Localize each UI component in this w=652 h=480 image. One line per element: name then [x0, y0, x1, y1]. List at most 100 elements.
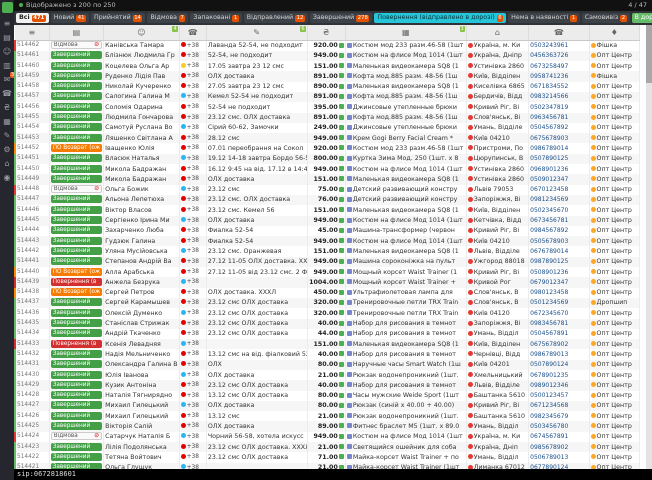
tab-completed[interactable]: Завершений278 [310, 13, 373, 23]
order-row[interactable]: 514454ЗавершенийСамотуй Руслана Во+38Сір… [15, 123, 640, 133]
order-row[interactable]: 514458ЗавершенийНиколай Кучеренко+3827.0… [15, 82, 640, 92]
tab-out-of-stock[interactable]: Нема в наявності1 [508, 13, 580, 23]
order-row[interactable]: 514446ЗавершенийВіктор Власов+3823.12 см… [15, 205, 640, 215]
tab-return-in-transit[interactable]: Повернення (відправлено в дорозі)6 [374, 13, 506, 23]
order-row[interactable]: 514427ЗавершенийМихаил Гилецький+38ОЛХ д… [15, 401, 640, 411]
tab-packed[interactable]: Запаковані1 [190, 13, 241, 23]
order-status-cell: Завершений [49, 442, 103, 452]
tab-shipped[interactable]: Відправлений12 [244, 13, 308, 23]
order-row[interactable]: 514428ЗавершенийНаталія Тягнирядно+3813.… [15, 391, 640, 401]
order-row[interactable]: 514442ЗавершенийУляна Мусійовська+3823.1… [15, 246, 640, 256]
payment-icon [339, 43, 344, 48]
order-row[interactable]: 514445ЗавершенийСергіенко Ірина Ми+38ОЛХ… [15, 216, 640, 226]
stats-icon[interactable]: ▥ [1, 60, 13, 71]
delivery-icon [468, 454, 473, 459]
comment-cell: ОЛХ доставка [206, 421, 307, 431]
order-row[interactable]: 514460ЗавершенийКоцелева Ольга Ар+3817.0… [15, 61, 640, 71]
order-row[interactable]: 514424Відмова⊘Сатарчук Наталія Б+38Чорни… [15, 432, 640, 442]
customers-icon[interactable]: ☺ [1, 46, 13, 57]
order-row[interactable]: 514425ЗавершенийВікторія Салій+38ОЛХ дос… [15, 421, 640, 431]
order-row[interactable]: 514426ЗавершенийМихаил Гилецький+3813.12… [15, 411, 640, 421]
order-status-cell: Завершений [49, 113, 103, 123]
vertical-scrollbar[interactable] [646, 25, 652, 469]
order-row[interactable]: 514444ЗавершенийЗахарченко Люба+38Фиалка… [15, 226, 640, 236]
comment-column-header[interactable]: ✎6 [206, 25, 307, 40]
delivery-city: Львів, Відділе [474, 382, 520, 389]
pagination[interactable]: 4 / 47 [628, 0, 647, 11]
order-row[interactable]: 514461ЗавершенийБлізнюк Людмила Гр+3852-… [15, 51, 640, 61]
comment-cell: 23.12 смс. ОЛХ доставка [206, 113, 307, 123]
order-row[interactable]: 514434ЗавершенийАндрій Ткаченко+3823.12 … [15, 329, 640, 339]
product-column-header[interactable]: ▦3 [345, 25, 466, 40]
product-icon [347, 145, 352, 150]
order-id-cell: 514441 [15, 257, 49, 267]
order-row[interactable]: 514438ПО Возврат (ожСергей Петров+38ОЛХ … [15, 288, 640, 298]
order-row[interactable]: 514421ЗавершенийОльга Глущук+3821.00Майк… [15, 463, 640, 469]
menu-icon[interactable]: ≡ [1, 18, 13, 29]
logout-icon[interactable]: ◉ [1, 172, 13, 183]
order-row[interactable]: 514432ЗавершенийНадія Мельниченко+3813.1… [15, 349, 640, 359]
tab-refused[interactable]: Відмова7 [147, 13, 188, 23]
operator-column-header[interactable]: ☎ [179, 25, 206, 40]
product-cell: Джинсовые утепленные брюки [345, 123, 466, 133]
order-row[interactable]: 514443ЗавершенийГудзюк Галина+38Фиалка 5… [15, 236, 640, 246]
customer-column-header[interactable]: ☺4 [104, 25, 180, 40]
order-row[interactable]: 514459ЗавершенийРуденко Лідія Пав+38ОЛХ … [15, 71, 640, 81]
supplier-column-header[interactable]: ♦ [589, 25, 639, 40]
tab-accepted[interactable]: Прийнятий14 [91, 13, 145, 23]
order-row[interactable]: 514422ЗавершенийТетяна Войтович+3823.12 … [15, 452, 640, 462]
order-row[interactable]: 514457ЗавершенийСалогина Галина М+38Кеме… [15, 92, 640, 102]
delivery-column-header[interactable]: ⌂ [466, 25, 528, 40]
delivery-cell: Київ, Відділен [466, 205, 528, 215]
tab-label: Повернення (відправлено в дорозі) [377, 13, 494, 23]
order-row[interactable]: 514436ЗавершенийОлексій Думенко+3823.12 … [15, 308, 640, 318]
status-badge: Завершений [51, 463, 102, 469]
order-row[interactable]: 514437ЗавершенийСергей Карамышев+3823.12… [15, 298, 640, 308]
tab-pickup[interactable]: Самовивіз2 [582, 13, 630, 23]
home-icon[interactable]: ⌂ [1, 158, 13, 169]
settings-icon[interactable]: ⚙ [1, 144, 13, 155]
mail-icon[interactable]: ✉3 [1, 74, 13, 85]
delivery-cell: Кетчівка, Відд [466, 216, 528, 226]
tab-new[interactable]: Новий41 [51, 13, 89, 23]
order-row[interactable]: 514453ЗавершенийЛяшенко Світлана А+3828.… [15, 133, 640, 143]
status-column-header[interactable]: ▤ [49, 25, 103, 40]
app-logo[interactable] [2, 2, 13, 13]
payments-icon[interactable]: ₴ [1, 102, 13, 113]
products-icon[interactable]: ▦ [1, 116, 13, 127]
order-row[interactable]: 514448Відмова⊘Ольга Божик+3823.12 смс75.… [15, 185, 640, 195]
order-row[interactable]: 514455ЗавершенийЛюдмила Гончарова+3823.1… [15, 113, 640, 123]
phone-column-header[interactable]: ☎ [529, 25, 589, 40]
order-row[interactable]: 514429ЗавершенийКузик Антоніна+3823.12 с… [15, 380, 640, 390]
sip-number[interactable]: sip:0672818601 [17, 470, 76, 478]
order-row[interactable]: 514440ПО Возврат (ожАлла Арабська+3827.1… [15, 267, 640, 277]
total-column-header[interactable]: ₴ [307, 25, 345, 40]
order-row[interactable]: 514462Відмова⊘Канівська Тамара+38Лаванда… [15, 40, 640, 51]
tab-all[interactable]: Всі471 [16, 13, 49, 23]
order-row[interactable]: 514451ЗавершенийВласюк Наталья+3819.12 1… [15, 154, 640, 164]
product-name: Часы мужские Weide Sport (1шт [353, 392, 459, 399]
order-row[interactable]: 514431ЗавершенийОлександра Галина В+38ОЛ… [15, 360, 640, 370]
order-row[interactable]: 514441ЗавершенийСтепанов Андрій Ва+3827.… [15, 257, 640, 267]
order-row[interactable]: 514433Повернення (вКсенія Левадняя+38151… [15, 339, 640, 349]
order-row[interactable]: 514450ЗавершенийМикола Бадражан+3816.12 … [15, 164, 640, 174]
edit-icon[interactable]: ✎ [1, 130, 13, 141]
order-row[interactable]: 514452ПО Возврат (ожІващенко Юлія+3807.0… [15, 143, 640, 153]
supplier-cell: Фішка [589, 40, 639, 51]
order-row[interactable]: 514449ЗавершенийМикола Бадражан+38ОЛХ до… [15, 174, 640, 184]
tab-in-transit[interactable]: В дорозі3 [632, 13, 652, 23]
comment-cell: 23.12 смс. Кемел 56 [206, 205, 307, 215]
phone-icon[interactable]: ☎ [1, 88, 13, 99]
select-column-header[interactable]: ≡ [15, 25, 49, 40]
order-row[interactable]: 514435ЗавершенийСтаніслав Стрижак+3823.1… [15, 319, 640, 329]
order-row[interactable]: 514456ЗавершенийСоломія Одарина+3852-54 … [15, 102, 640, 112]
comment-cell: Фиалка 52-54 [206, 226, 307, 236]
orders-icon[interactable]: ▤ [1, 32, 13, 43]
order-row[interactable]: 514423ЗавершенийЛілія Подолянська+3823.1… [15, 442, 640, 452]
order-row[interactable]: 514430ЗавершенийЮлія Іванова+38ОЛХ доста… [15, 370, 640, 380]
scrollbar-thumb[interactable] [646, 25, 652, 83]
supplier-cell: Опт Центр [589, 174, 639, 184]
phone-cell: 0679012347 [529, 277, 589, 287]
order-row[interactable]: 514447ЗавершенийАльона Лепетюха+3823.12 … [15, 195, 640, 205]
order-row[interactable]: 514439Повернення (вАнжела Безрука+381004… [15, 277, 640, 287]
